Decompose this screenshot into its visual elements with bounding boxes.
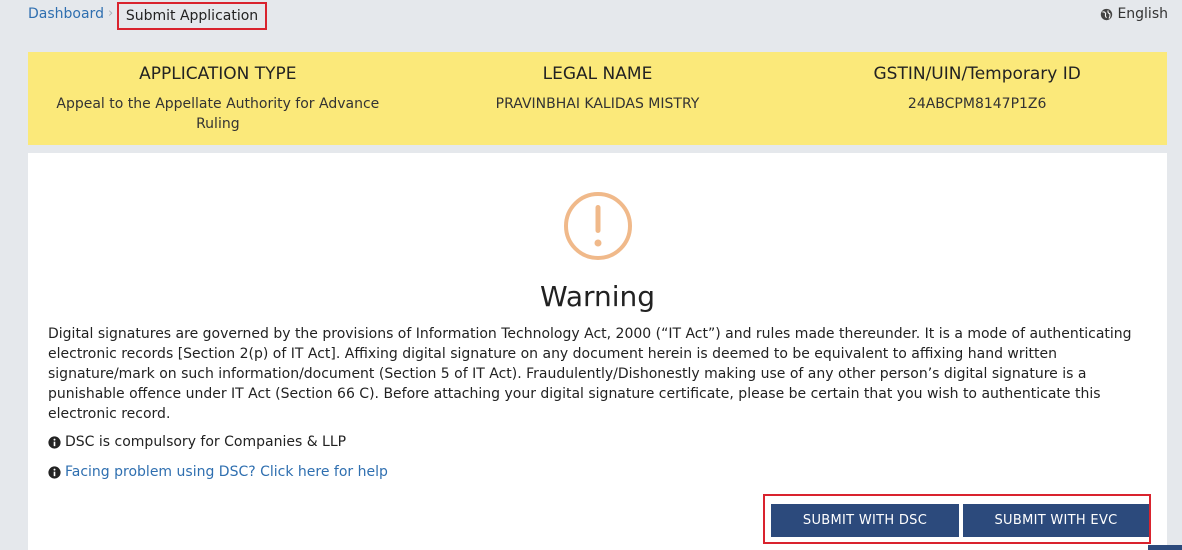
legal-name-value: PRAVINBHAI KALIDAS MISTRY bbox=[495, 96, 700, 112]
submit-with-evc-button[interactable]: SUBMIT WITH EVC bbox=[963, 504, 1149, 537]
corner-strip bbox=[1148, 545, 1182, 550]
dsc-help-note: Facing problem using DSC? Click here for… bbox=[48, 464, 388, 480]
gstin-value: 24ABCPM8147P1Z6 bbox=[907, 96, 1047, 112]
legal-name-column: LEGAL NAME PRAVINBHAI KALIDAS MISTRY bbox=[408, 52, 788, 145]
application-type-value: Appeal to the Appellate Authority for Ad… bbox=[56, 96, 380, 132]
submit-button-group: SUBMIT WITH DSC SUBMIT WITH EVC bbox=[763, 494, 1151, 544]
info-circle-icon bbox=[48, 435, 61, 449]
breadcrumb-current: Submit Application bbox=[117, 2, 267, 30]
dsc-compulsory-text: DSC is compulsory for Companies & LLP bbox=[65, 434, 347, 450]
dsc-help-link[interactable]: Facing problem using DSC? Click here for… bbox=[65, 464, 388, 480]
info-circle-icon bbox=[48, 465, 61, 479]
breadcrumb-dashboard-link[interactable]: Dashboard bbox=[28, 6, 104, 22]
warning-text: Digital signatures are governed by the p… bbox=[48, 326, 1132, 422]
legal-name-header: LEGAL NAME bbox=[542, 64, 653, 84]
language-label: English bbox=[1117, 6, 1168, 22]
gstin-header: GSTIN/UIN/Temporary ID bbox=[873, 64, 1081, 84]
language-selector[interactable]: English bbox=[1100, 6, 1168, 22]
application-type-header: APPLICATION TYPE bbox=[139, 64, 297, 84]
exclamation-circle-icon bbox=[564, 192, 632, 260]
dsc-compulsory-note: DSC is compulsory for Companies & LLP bbox=[48, 434, 346, 450]
top-bar: Dashboard › Submit Application English bbox=[0, 0, 1182, 32]
breadcrumb-separator: › bbox=[108, 6, 114, 21]
warning-card: Warning Digital signatures are governed … bbox=[28, 153, 1167, 550]
globe-icon bbox=[1101, 8, 1113, 20]
gstin-column: GSTIN/UIN/Temporary ID 24ABCPM8147P1Z6 bbox=[787, 52, 1167, 145]
submit-with-dsc-button[interactable]: SUBMIT WITH DSC bbox=[771, 504, 959, 537]
warning-title: Warning bbox=[539, 280, 656, 313]
application-type-column: APPLICATION TYPE Appeal to the Appellate… bbox=[28, 52, 408, 145]
application-info-banner: APPLICATION TYPE Appeal to the Appellate… bbox=[28, 52, 1167, 145]
